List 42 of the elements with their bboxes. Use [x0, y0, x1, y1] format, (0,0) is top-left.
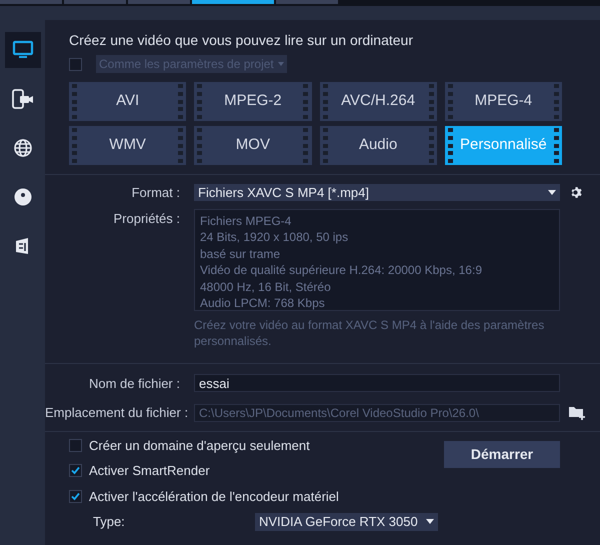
format-tile[interactable]: WMV — [69, 126, 186, 165]
format-tile[interactable]: Audio — [320, 126, 437, 165]
option-label: Activer SmartRender — [89, 462, 210, 480]
caret-icon — [278, 62, 284, 66]
checkmark-icon — [71, 466, 80, 476]
property-line: 24 Bits, 1920 x 1080, 50 ips — [200, 229, 350, 246]
field-label: Emplacement du fichier : — [45, 404, 190, 422]
globe-icon — [12, 138, 32, 158]
format-tile[interactable]: AVC/H.264 — [320, 82, 437, 121]
property-line: 48000 Hz, 16 Bit, Stéréo — [200, 278, 332, 295]
checkbox[interactable] — [69, 490, 82, 503]
heading: Créez une vidéo que vous pouvez lire sur un ordinateur — [69, 31, 414, 50]
start-button[interactable]: Démarrer — [444, 440, 560, 468]
format-tile[interactable]: MPEG-4 — [444, 82, 562, 121]
type-dropdown[interactable]: NVIDIA GeForce RTX 3050 — [255, 512, 438, 531]
caret-icon — [426, 519, 434, 524]
field-label: Format : — [130, 184, 181, 202]
caret-icon — [548, 190, 556, 196]
property-line: basé sur trame — [200, 246, 282, 262]
field-label: Propriétés : — [112, 210, 181, 228]
format-tile[interactable]: MPEG-2 — [194, 82, 312, 121]
folder-add-icon[interactable] — [568, 405, 586, 420]
monitor-icon — [12, 40, 34, 60]
property-line: Audio LPCM: 768 Kbps — [200, 295, 326, 310]
sidebar-item[interactable] — [4, 32, 40, 68]
option-label: Créer un domaine d'aperçu seulement — [89, 436, 310, 455]
option-label: Activer l'accélération de l'encodeur matériel — [89, 488, 339, 506]
checkbox[interactable] — [69, 464, 82, 478]
format-dropdown[interactable]: Fichiers XAVC S MP4 [*.mp4] — [194, 184, 560, 202]
type-label: Type: — [92, 513, 126, 531]
disc-icon — [12, 187, 32, 207]
phone-camera-icon — [10, 88, 34, 110]
description: Créez votre vidéo au format XAVC S MP4 à l'aide des paramètres personnalisés. — [194, 316, 546, 348]
property-line: Fichiers MPEG-4 — [200, 212, 292, 229]
checkbox[interactable] — [69, 438, 82, 452]
checkmark-icon — [71, 492, 80, 501]
format-tile[interactable]: MOV — [194, 126, 312, 165]
file-name-field[interactable]: essai — [194, 374, 560, 392]
property-line: Vidéo de qualité supérieure H.264: 20000 Kbps, 16:9 — [200, 262, 483, 278]
settings-icon[interactable] — [570, 186, 583, 200]
field-label: Nom de fichier : — [88, 374, 181, 392]
format-tile[interactable]: AVI — [69, 82, 186, 121]
